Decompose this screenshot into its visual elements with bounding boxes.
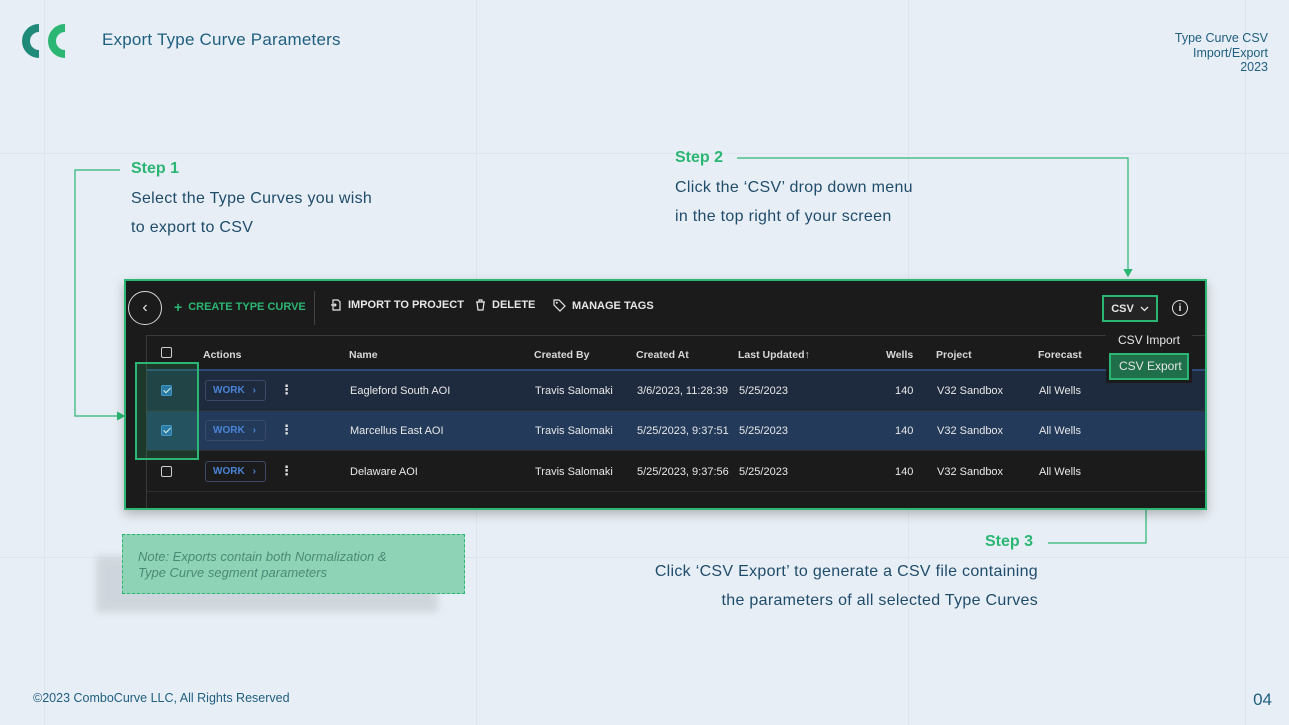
csv-label: CSV (1111, 302, 1134, 315)
cell-created-by: Travis Salomaki (535, 425, 613, 437)
cell-created-by: Travis Salomaki (535, 385, 613, 397)
csv-dropdown-button[interactable]: CSV (1102, 295, 1158, 322)
plus-icon: + (174, 299, 183, 315)
cell-wells: 140 (895, 425, 914, 437)
toolbar: ‹ + CREATE TYPE CURVE IMPORT TO PROJECT … (126, 281, 1205, 335)
step-2-line: Click the ‘CSV’ drop down menu (675, 179, 913, 196)
delete-label: DELETE (492, 299, 536, 311)
row-checkbox[interactable] (161, 466, 172, 477)
chevron-right-icon: › (252, 385, 257, 396)
step-3-line: Click ‘CSV Export’ to generate a CSV fil… (654, 563, 1038, 580)
cell-created-at: 5/25/2023, 9:37:56 (637, 466, 729, 478)
column-header-created-by[interactable]: Created By (534, 349, 589, 361)
type-curve-app-window: ‹ + CREATE TYPE CURVE IMPORT TO PROJECT … (124, 279, 1207, 510)
chevron-left-icon: ‹ (142, 299, 148, 316)
trash-icon (476, 299, 485, 311)
column-header-wells[interactable]: Wells (886, 349, 913, 361)
copyright-footer: ©2023 ComboCurve LLC, All Rights Reserve… (33, 691, 290, 705)
cell-project: V32 Sandbox (937, 385, 1004, 397)
select-all-checkbox[interactable] (161, 347, 172, 358)
cell-wells: 140 (895, 385, 914, 397)
more-vertical-icon[interactable]: ⋮ (280, 422, 293, 438)
import-to-project-label: IMPORT TO PROJECT (348, 299, 464, 311)
step-2-text: Click the ‘CSV’ drop down menu in the to… (675, 173, 913, 231)
step-3-line: the parameters of all selected Type Curv… (721, 592, 1038, 609)
cell-wells: 140 (895, 466, 914, 478)
cell-created-at: 5/25/2023, 9:37:51 (637, 425, 729, 437)
manage-tags-button[interactable]: MANAGE TAGS (553, 299, 654, 312)
column-header-project[interactable]: Project (936, 349, 972, 361)
work-label: WORK (213, 425, 245, 436)
table-header: Actions Name Created By Created At Last … (147, 335, 1205, 371)
sort-arrow-icon: ↑ (804, 349, 810, 361)
step-3-title: Step 3 (985, 533, 1034, 550)
cell-forecast: All Wells (1039, 466, 1081, 478)
export-note: Note: Exports contain both Normalization… (122, 534, 465, 594)
more-vertical-icon[interactable]: ⋮ (280, 382, 293, 398)
work-label: WORK (213, 385, 245, 396)
cell-created-at: 3/6/2023, 11:28:39 (637, 385, 728, 397)
note-line: Note: Exports contain both Normalization… (138, 549, 387, 564)
table-row[interactable]: WORK › ⋮ Delaware AOI Travis Salomaki 5/2… (147, 452, 1205, 492)
create-type-curve-label: CREATE TYPE CURVE (188, 301, 306, 313)
step-1-text: Select the Type Curves you wish to expor… (131, 184, 372, 242)
cell-forecast: All Wells (1039, 425, 1081, 437)
table-row[interactable]: WORK › ⋮ Eagleford South AOI Travis Salom… (147, 371, 1205, 411)
menu-item-csv-import[interactable]: CSV Import (1106, 333, 1192, 347)
work-button[interactable]: WORK › (205, 461, 266, 482)
cell-last-updated: 5/25/2023 (739, 466, 788, 478)
type-curves-table: Actions Name Created By Created At Last … (146, 335, 1205, 508)
work-label: WORK (213, 466, 245, 477)
step-1-line: to export to CSV (131, 219, 254, 236)
step-1-line: Select the Type Curves you wish (131, 190, 373, 207)
back-button[interactable]: ‹ (128, 291, 162, 325)
cell-last-updated: 5/25/2023 (739, 385, 788, 397)
create-type-curve-button[interactable]: + CREATE TYPE CURVE (174, 299, 306, 315)
step-2-title: Step 2 (675, 149, 724, 166)
cell-project: V32 Sandbox (937, 466, 1004, 478)
table-row[interactable]: WORK › ⋮ Marcellus East AOI Travis Saloma… (147, 411, 1205, 451)
column-header-created-at[interactable]: Created At (636, 349, 689, 361)
cell-forecast: All Wells (1039, 385, 1081, 397)
tag-icon (553, 299, 566, 312)
cell-name: Marcellus East AOI (350, 425, 444, 437)
column-header-actions: Actions (203, 349, 242, 361)
manage-tags-label: MANAGE TAGS (572, 299, 654, 312)
work-button[interactable]: WORK › (205, 380, 266, 401)
cell-project: V32 Sandbox (937, 425, 1004, 437)
cell-last-updated: 5/25/2023 (739, 425, 788, 437)
cell-created-by: Travis Salomaki (535, 466, 613, 478)
chevron-right-icon: › (252, 466, 257, 477)
cell-name: Delaware AOI (350, 466, 418, 478)
chevron-right-icon: › (252, 425, 257, 436)
import-to-project-button[interactable]: IMPORT TO PROJECT (330, 299, 464, 311)
column-header-forecast[interactable]: Forecast (1038, 349, 1082, 361)
note-line: Type Curve segment parameters (138, 565, 328, 580)
cell-name: Eagleford South AOI (350, 385, 451, 397)
delete-button[interactable]: DELETE (475, 299, 535, 311)
csv-dropdown-menu: CSV Import CSV Export (1106, 327, 1192, 383)
step-2-line: in the top right of your screen (675, 208, 892, 225)
toolbar-divider (314, 291, 315, 325)
last-updated-label: Last Updated (738, 349, 805, 361)
import-icon (331, 299, 341, 311)
column-header-name[interactable]: Name (349, 349, 378, 361)
more-vertical-icon[interactable]: ⋮ (280, 463, 293, 479)
step-1-title: Step 1 (131, 160, 180, 177)
step-3-text: Click ‘CSV Export’ to generate a CSV fil… (655, 557, 1038, 615)
selection-highlight (135, 362, 199, 460)
work-button[interactable]: WORK › (205, 420, 266, 441)
info-icon[interactable]: i (1172, 300, 1188, 316)
chevron-down-icon (1140, 306, 1149, 311)
menu-item-csv-export[interactable]: CSV Export (1109, 353, 1189, 380)
page-number: 04 (1253, 690, 1272, 709)
column-header-last-updated[interactable]: Last Updated↑ (738, 349, 810, 361)
